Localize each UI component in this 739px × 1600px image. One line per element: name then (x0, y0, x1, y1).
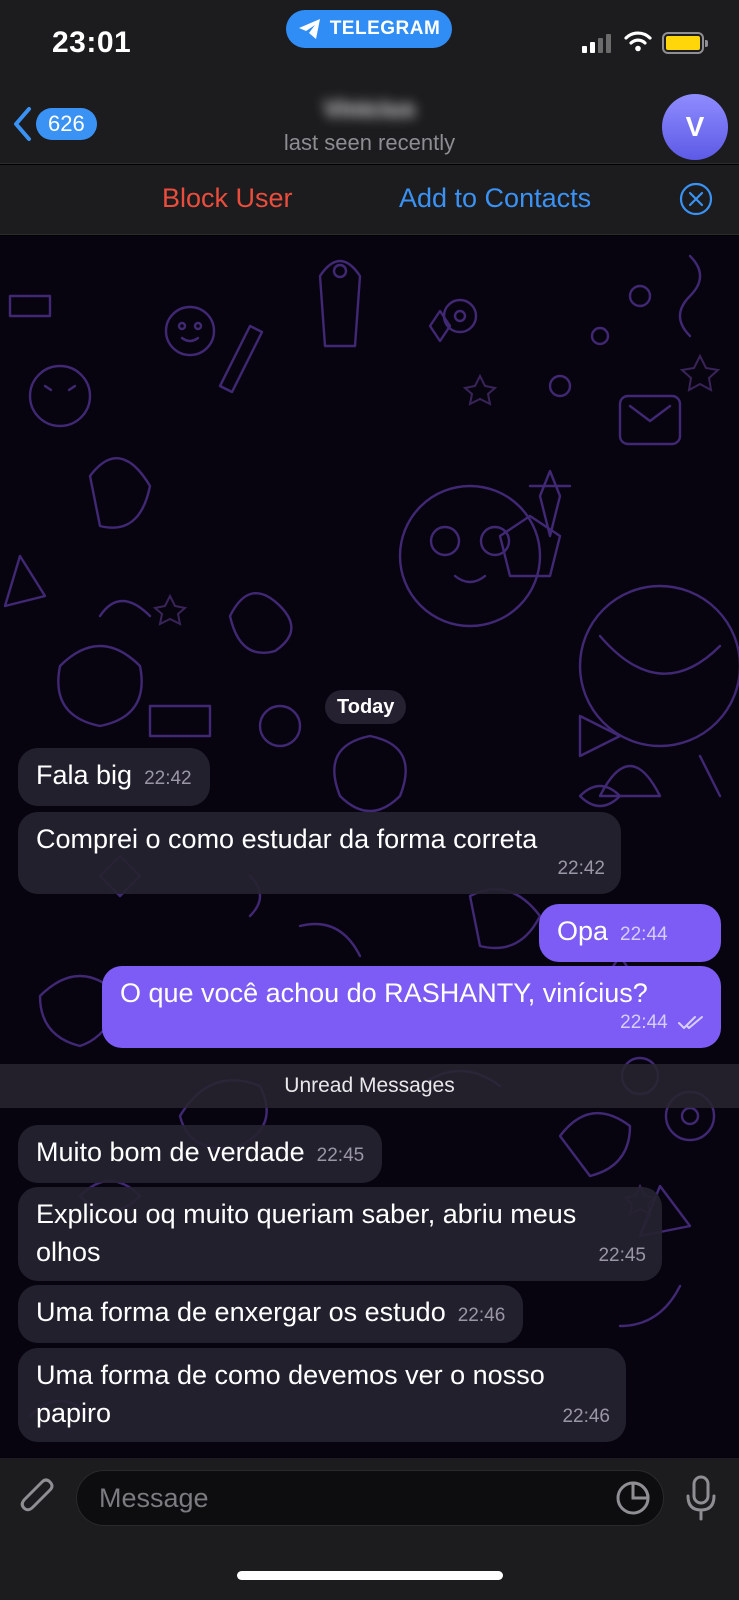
sticker-icon[interactable] (615, 1480, 651, 1516)
message-incoming[interactable]: Fala big 22:42 (18, 748, 210, 806)
unread-messages-separator: Unread Messages (0, 1064, 739, 1108)
message-text: O que você achou do RASHANTY, vinícius? (120, 978, 648, 1008)
message-incoming[interactable]: Uma forma de enxergar os estudo 22:46 (18, 1285, 524, 1343)
microphone-icon[interactable] (683, 1474, 719, 1522)
read-checks-icon (678, 1015, 703, 1029)
message-incoming[interactable]: Muito bom de verdade 22:45 (18, 1125, 383, 1183)
message-time: 22:46 (562, 1406, 610, 1427)
message-text: Comprei o como estudar da forma correta (36, 824, 538, 854)
message-input[interactable] (99, 1471, 579, 1525)
app-name-label: TELEGRAM (329, 18, 441, 39)
message-text: Opa (557, 916, 609, 946)
block-user-button[interactable]: Block User (162, 183, 293, 214)
message-text: Uma forma de enxergar os estudo (36, 1297, 446, 1327)
status-bar: 23:01 TELEGRAM (0, 0, 739, 92)
message-time: 22:44 (620, 1012, 668, 1033)
message-incoming[interactable]: Explicou oq muito queriam saber, abriu m… (18, 1187, 662, 1281)
close-circle-icon[interactable] (679, 182, 713, 216)
avatar-letter: V (685, 111, 705, 142)
contact-name: Vinicius (323, 96, 416, 123)
message-incoming[interactable]: Comprei o como estudar da forma correta … (18, 812, 621, 894)
wifi-icon (624, 31, 652, 52)
home-indicator[interactable] (237, 1571, 503, 1580)
message-text: Muito bom de verdade (36, 1137, 305, 1167)
message-text: Uma forma de como devemos ver o nosso pa… (36, 1360, 545, 1428)
chat-header: 626 Vinicius last seen recently V (0, 92, 739, 164)
message-time-with-status: 22:44 (620, 1004, 705, 1042)
message-time: 22:42 (144, 768, 192, 789)
telegram-plane-icon (298, 19, 320, 39)
message-text: Fala big (36, 760, 133, 790)
message-time: 22:44 (620, 924, 668, 945)
message-outgoing[interactable]: O que você achou do RASHANTY, vinícius? … (102, 966, 721, 1048)
new-contact-action-bar: Block User Add to Contacts (0, 165, 739, 235)
chat-title[interactable]: Vinicius last seen recently (0, 96, 739, 156)
contact-status: last seen recently (283, 130, 456, 155)
message-time: 22:42 (557, 858, 605, 879)
message-field[interactable] (76, 1470, 664, 1526)
message-time: 22:45 (316, 1145, 365, 1166)
add-to-contacts-button[interactable]: Add to Contacts (399, 183, 591, 214)
message-time: 22:45 (598, 1245, 646, 1266)
message-incoming[interactable]: Uma forma de como devemos ver o nosso pa… (18, 1348, 626, 1442)
return-to-app-pill[interactable]: TELEGRAM (286, 10, 452, 48)
message-outgoing[interactable]: Opa 22:44 (539, 904, 721, 981)
message-text: Explicou oq muito queriam saber, abriu m… (36, 1199, 577, 1267)
attach-icon[interactable] (18, 1476, 58, 1520)
signal-icon (582, 34, 611, 53)
date-separator: Today (325, 690, 407, 724)
battery-icon (662, 32, 708, 54)
avatar[interactable]: V (662, 94, 728, 160)
message-time: 22:46 (457, 1305, 506, 1326)
chat-area[interactable]: Today Fala big 22:42 Comprei o como estud… (0, 236, 739, 1458)
status-time: 23:01 (52, 26, 132, 59)
